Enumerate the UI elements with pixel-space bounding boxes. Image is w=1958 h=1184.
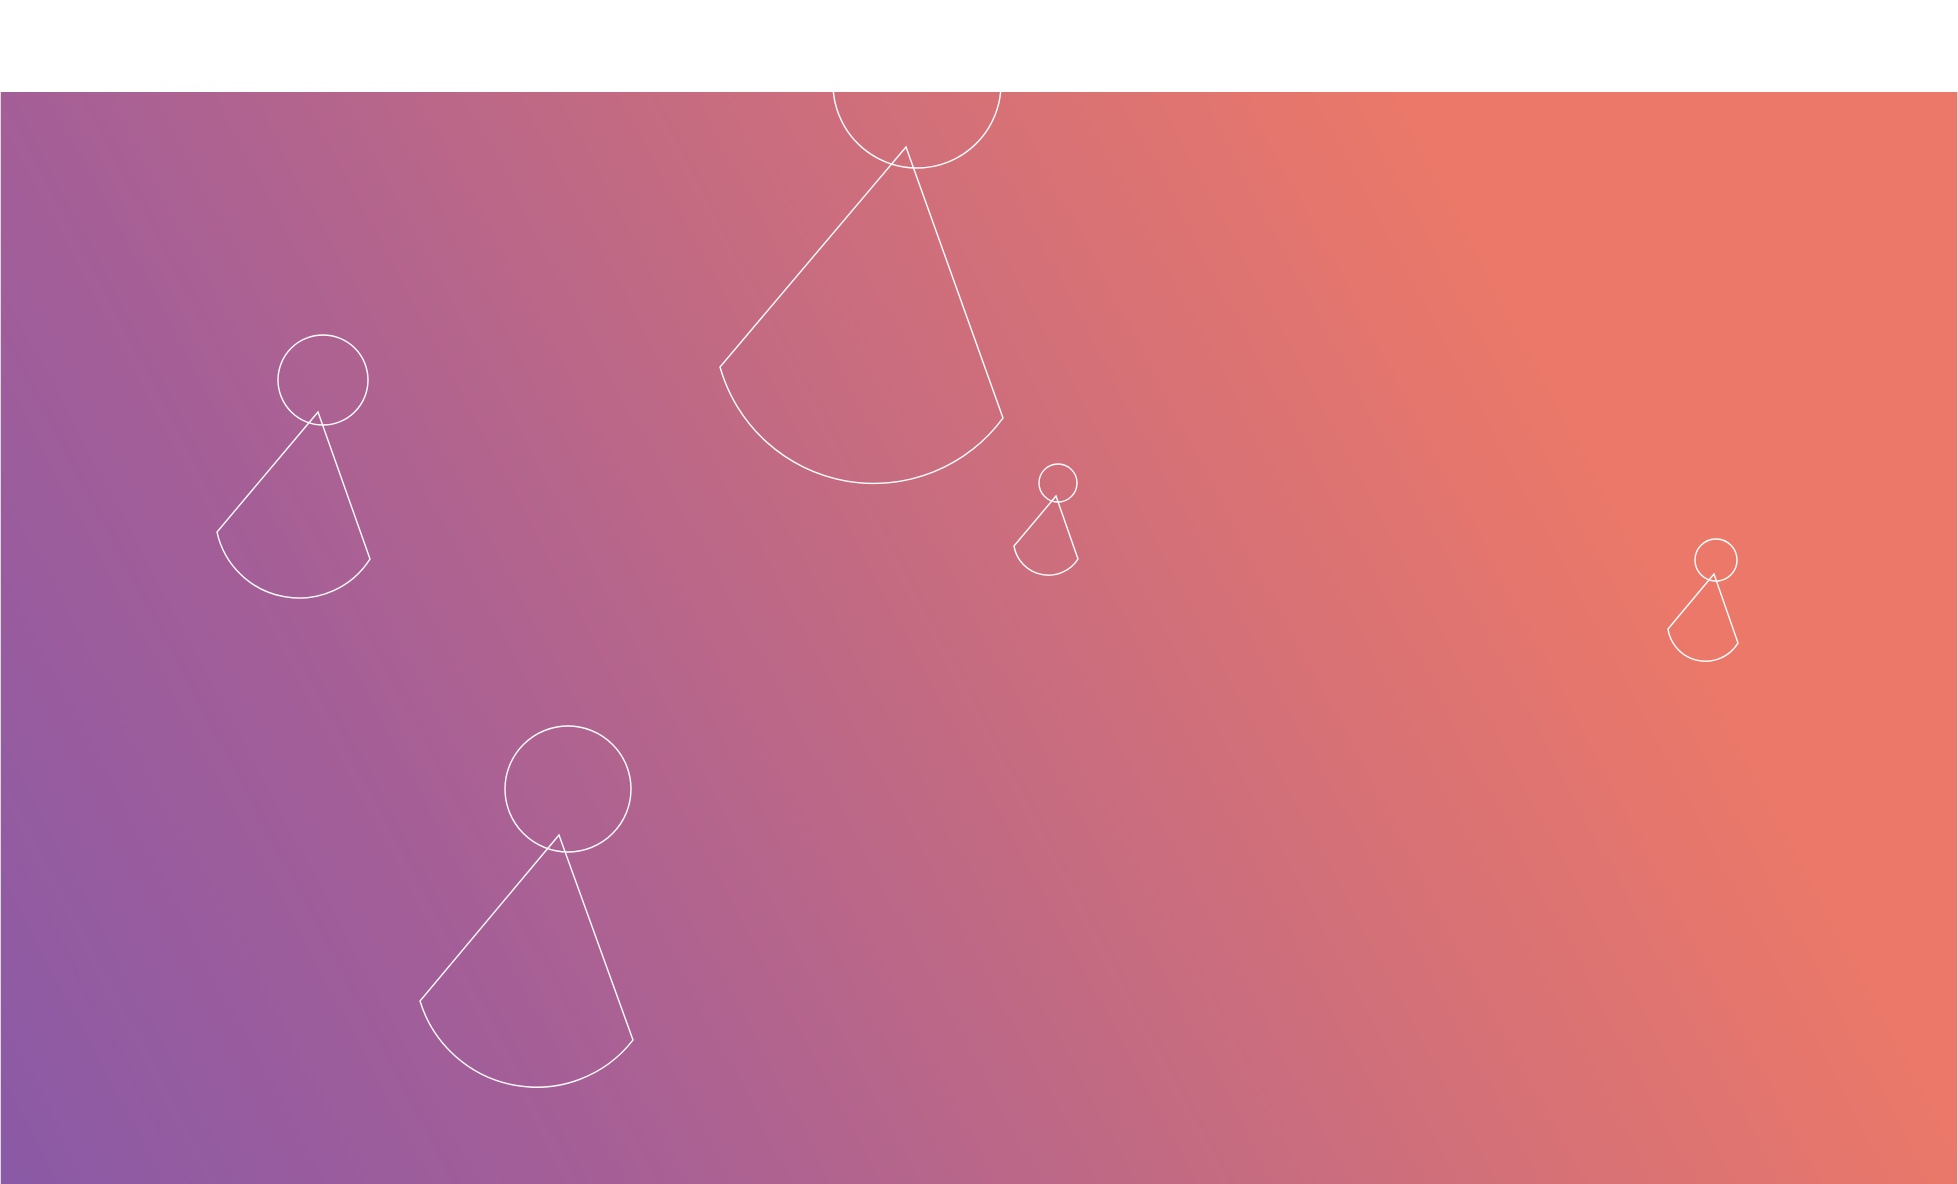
person-figures (216, 92, 1739, 1088)
person-head (504, 725, 632, 853)
person-body (419, 833, 634, 1088)
person-body (216, 410, 371, 599)
hero-banner (0, 92, 1958, 1184)
person-icon-bottom-left (419, 725, 634, 1088)
person-icon-small-right (1667, 538, 1739, 662)
person-body (1667, 572, 1739, 662)
person-icon-left (216, 334, 371, 599)
person-icon-top-center (719, 92, 1004, 485)
person-body (1013, 494, 1079, 576)
person-head (1038, 463, 1078, 503)
top-bar (0, 0, 1958, 92)
person-body (719, 145, 1004, 485)
person-head (277, 334, 369, 426)
person-head (832, 92, 1002, 169)
person-head (1694, 538, 1738, 582)
person-icon-small-center (1013, 463, 1079, 576)
